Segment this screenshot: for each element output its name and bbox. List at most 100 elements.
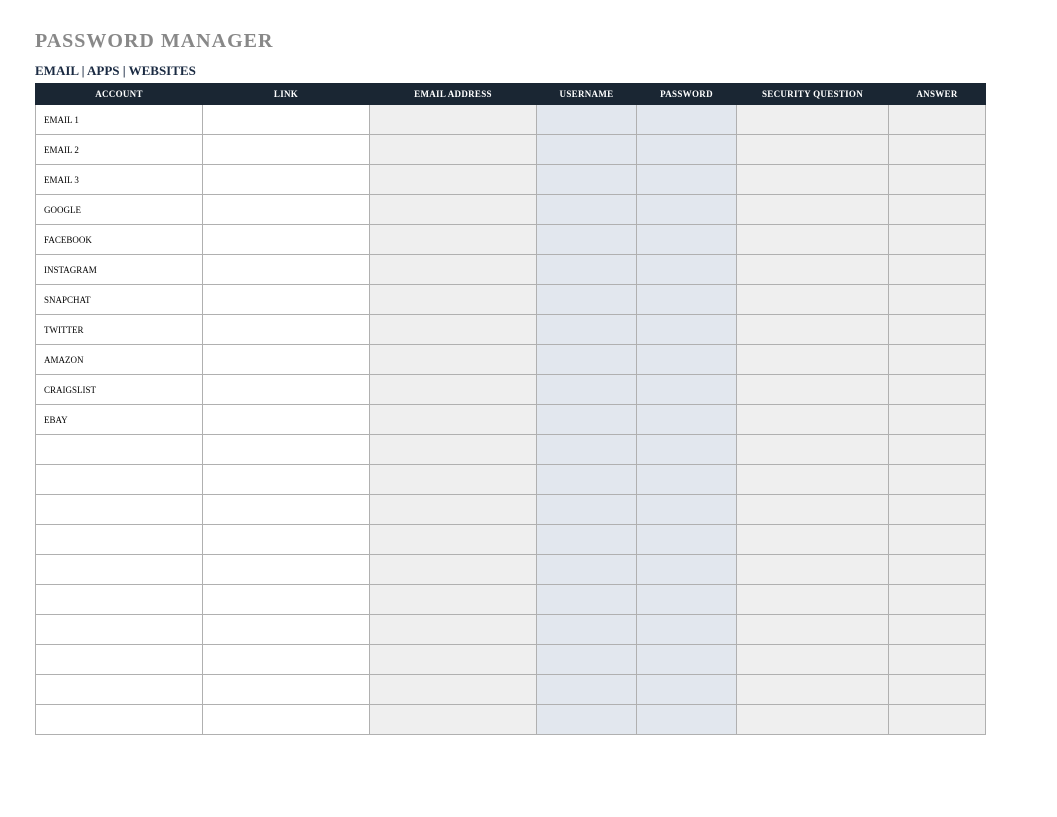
cell-password[interactable] [637,135,737,165]
cell-security[interactable] [737,555,889,585]
cell-email[interactable] [370,525,537,555]
cell-link[interactable] [203,495,370,525]
cell-password[interactable] [637,105,737,135]
cell-email[interactable] [370,345,537,375]
cell-security[interactable] [737,705,889,735]
cell-email[interactable] [370,675,537,705]
cell-email[interactable] [370,705,537,735]
cell-password[interactable] [637,585,737,615]
cell-account[interactable] [36,675,203,705]
cell-password[interactable] [637,225,737,255]
cell-security[interactable] [737,375,889,405]
cell-email[interactable] [370,135,537,165]
cell-security[interactable] [737,195,889,225]
cell-account[interactable] [36,465,203,495]
cell-username[interactable] [537,375,637,405]
cell-username[interactable] [537,525,637,555]
cell-link[interactable] [203,135,370,165]
cell-account[interactable]: AMAZON [36,345,203,375]
cell-email[interactable] [370,645,537,675]
cell-link[interactable] [203,705,370,735]
cell-username[interactable] [537,705,637,735]
cell-email[interactable] [370,495,537,525]
cell-account[interactable]: SNAPCHAT [36,285,203,315]
cell-account[interactable] [36,615,203,645]
cell-password[interactable] [637,315,737,345]
cell-email[interactable] [370,405,537,435]
cell-security[interactable] [737,495,889,525]
cell-answer[interactable] [889,195,986,225]
cell-password[interactable] [637,705,737,735]
cell-answer[interactable] [889,285,986,315]
cell-answer[interactable] [889,375,986,405]
cell-answer[interactable] [889,585,986,615]
cell-email[interactable] [370,375,537,405]
cell-security[interactable] [737,615,889,645]
cell-link[interactable] [203,285,370,315]
cell-email[interactable] [370,285,537,315]
cell-password[interactable] [637,675,737,705]
cell-link[interactable] [203,465,370,495]
cell-account[interactable]: FACEBOOK [36,225,203,255]
cell-answer[interactable] [889,345,986,375]
cell-username[interactable] [537,615,637,645]
cell-link[interactable] [203,585,370,615]
cell-account[interactable]: GOOGLE [36,195,203,225]
cell-answer[interactable] [889,615,986,645]
cell-password[interactable] [637,435,737,465]
cell-answer[interactable] [889,705,986,735]
cell-account[interactable] [36,525,203,555]
cell-password[interactable] [637,525,737,555]
cell-security[interactable] [737,315,889,345]
cell-account[interactable] [36,555,203,585]
cell-account[interactable]: EMAIL 2 [36,135,203,165]
cell-account[interactable]: EMAIL 3 [36,165,203,195]
cell-link[interactable] [203,225,370,255]
cell-link[interactable] [203,315,370,345]
cell-username[interactable] [537,675,637,705]
cell-security[interactable] [737,165,889,195]
cell-answer[interactable] [889,675,986,705]
cell-answer[interactable] [889,435,986,465]
cell-security[interactable] [737,675,889,705]
cell-username[interactable] [537,255,637,285]
cell-username[interactable] [537,315,637,345]
cell-email[interactable] [370,585,537,615]
cell-password[interactable] [637,615,737,645]
cell-link[interactable] [203,345,370,375]
cell-answer[interactable] [889,405,986,435]
cell-password[interactable] [637,555,737,585]
cell-password[interactable] [637,375,737,405]
cell-password[interactable] [637,285,737,315]
cell-email[interactable] [370,165,537,195]
cell-security[interactable] [737,585,889,615]
cell-answer[interactable] [889,495,986,525]
cell-password[interactable] [637,495,737,525]
cell-username[interactable] [537,105,637,135]
cell-account[interactable]: INSTAGRAM [36,255,203,285]
cell-answer[interactable] [889,465,986,495]
cell-security[interactable] [737,225,889,255]
cell-email[interactable] [370,195,537,225]
cell-answer[interactable] [889,555,986,585]
cell-email[interactable] [370,555,537,585]
cell-link[interactable] [203,435,370,465]
cell-password[interactable] [637,645,737,675]
cell-password[interactable] [637,255,737,285]
cell-password[interactable] [637,405,737,435]
cell-answer[interactable] [889,135,986,165]
cell-security[interactable] [737,135,889,165]
cell-email[interactable] [370,255,537,285]
cell-username[interactable] [537,435,637,465]
cell-security[interactable] [737,285,889,315]
cell-email[interactable] [370,315,537,345]
cell-account[interactable]: TWITTER [36,315,203,345]
cell-link[interactable] [203,555,370,585]
cell-link[interactable] [203,105,370,135]
cell-account[interactable] [36,495,203,525]
cell-username[interactable] [537,405,637,435]
cell-security[interactable] [737,105,889,135]
cell-answer[interactable] [889,165,986,195]
cell-link[interactable] [203,675,370,705]
cell-account[interactable] [36,585,203,615]
